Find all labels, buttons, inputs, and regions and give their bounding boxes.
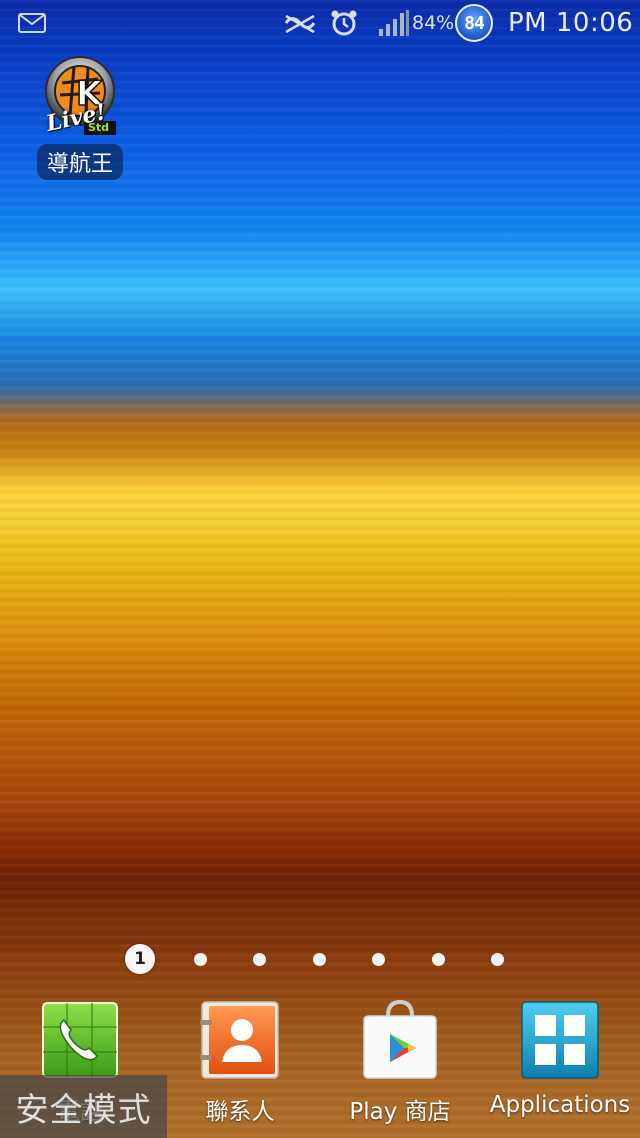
page-dot[interactable] — [253, 953, 266, 966]
dock-app-play-store[interactable]: Play 商店 — [325, 999, 475, 1126]
dock-app-label: Play 商店 — [349, 1099, 451, 1125]
notification-badge: 84 — [455, 0, 493, 46]
desktop-app-klive[interactable]: K Live! Std 導航王 — [30, 55, 130, 180]
badge-number: 84 — [455, 4, 493, 42]
mail-icon — [18, 0, 46, 46]
dock-app-label: Applications — [489, 1092, 631, 1118]
dock-app-applications[interactable]: Applications — [485, 1000, 635, 1118]
battery-percentage: 84% — [412, 12, 455, 34]
signal-icon — [378, 0, 410, 46]
dock-app-contacts[interactable]: 聯系人 — [165, 1000, 315, 1126]
apps-grid-icon — [520, 1000, 600, 1080]
signal-off-icon — [282, 0, 318, 46]
play-store-icon — [360, 999, 440, 1080]
status-bar[interactable]: 84% 84 PM 10:06 — [0, 0, 640, 46]
page-dot[interactable] — [432, 953, 445, 966]
desktop-app-label: 導航王 — [36, 144, 123, 180]
klive-icon-subtext: Std — [88, 121, 110, 134]
dock-app-label: 聯系人 — [205, 1099, 275, 1125]
alarm-icon — [330, 0, 358, 46]
klive-icon: K Live! Std — [40, 55, 120, 140]
clock: PM 10:06 — [508, 8, 634, 38]
contacts-icon — [200, 1000, 280, 1080]
page-indicator[interactable]: 1 — [0, 944, 640, 974]
page-dot[interactable] — [372, 953, 385, 966]
page-dot[interactable] — [313, 953, 326, 966]
safe-mode-indicator: 安全模式 — [0, 1075, 167, 1138]
page-dot-active[interactable]: 1 — [125, 944, 155, 974]
home-screen: 84% 84 PM 10:06 K Live! Std 導航王 1 聯系人 Pl… — [0, 0, 640, 1138]
phone-icon — [40, 1000, 120, 1080]
page-dot[interactable] — [194, 953, 207, 966]
page-dot[interactable] — [491, 953, 504, 966]
